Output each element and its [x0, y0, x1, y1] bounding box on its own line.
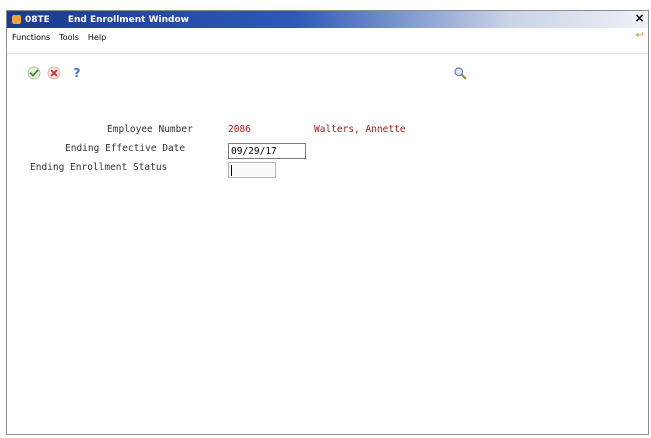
ending-enrollment-status-label: Ending Enrollment Status — [30, 162, 168, 173]
text-caret — [231, 165, 232, 176]
checkmark-icon — [27, 66, 41, 80]
employee-number-value: 2086 — [228, 124, 251, 135]
ok-button[interactable] — [27, 66, 41, 80]
toolbar-divider — [7, 53, 648, 54]
title-bar: 08TE End Enrollment Window × — [7, 11, 648, 28]
magnifier-icon — [454, 67, 467, 80]
ending-enrollment-status-field[interactable] — [228, 162, 276, 178]
x-icon — [47, 66, 61, 80]
employee-number-label: Employee Number — [107, 124, 193, 135]
menu-bar: Functions Tools Help ↩ — [7, 30, 648, 44]
employee-name: Walters, Annette — [314, 124, 406, 135]
window-code: 08TE — [25, 14, 50, 25]
menu-tools[interactable]: Tools — [59, 33, 79, 42]
app-icon — [12, 15, 21, 24]
search-button[interactable] — [453, 66, 467, 80]
menu-help[interactable]: Help — [88, 33, 106, 42]
menu-functions[interactable]: Functions — [12, 33, 50, 42]
help-button[interactable]: ? — [70, 66, 84, 80]
menu-decoration-icon: ↩ — [635, 30, 644, 41]
ending-effective-date-field[interactable] — [228, 143, 306, 159]
end-enrollment-window: 08TE End Enrollment Window × Functions T… — [6, 10, 649, 435]
window-title: End Enrollment Window — [67, 14, 189, 25]
close-icon[interactable]: × — [633, 12, 646, 25]
cancel-button[interactable] — [47, 66, 61, 80]
ending-effective-date-label: Ending Effective Date — [65, 143, 186, 154]
